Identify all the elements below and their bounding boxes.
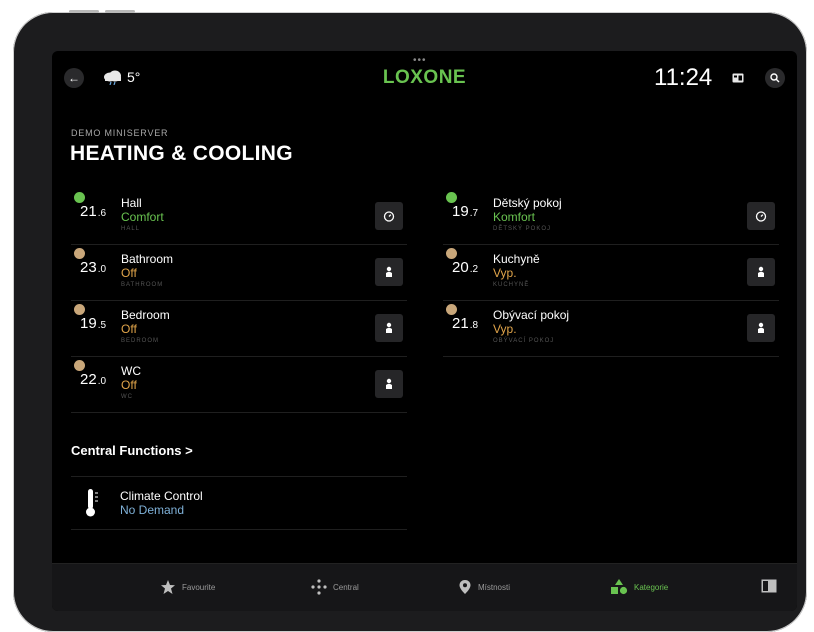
room-sublabel: OBÝVACÍ POKOJ [493, 338, 555, 344]
sidebar-toggle-icon [761, 579, 777, 593]
room-sublabel: BEDROOM [121, 338, 160, 344]
room-row-detsky-pokoj[interactable]: 19.7 Dětský pokoj Komfort DĚTSKÝ POKOJ [443, 189, 779, 245]
tab-favourite[interactable]: Favourite [160, 579, 215, 595]
off-status-icon [446, 248, 457, 259]
tab-label: Kategorie [634, 582, 669, 592]
room-temperature: 19.7 [452, 203, 479, 220]
tab-label: Místnosti [478, 582, 511, 592]
clock: 11:24 [654, 64, 713, 91]
room-temperature: 20.2 [452, 259, 479, 276]
room-temperature: 21.6 [80, 203, 107, 220]
off-status-icon [74, 360, 85, 371]
room-row-wc[interactable]: 22.0 WC Off WC [71, 357, 407, 413]
room-row-obyvaci-pokoj[interactable]: 21.8 Obývací pokoj Vyp. OBÝVACÍ POKOJ [443, 301, 779, 357]
room-row-bedroom[interactable]: 19.5 Bedroom Off BEDROOM [71, 301, 407, 357]
room-sublabel: BATHROOM [121, 282, 164, 288]
room-sublabel: DĚTSKÝ POKOJ [493, 226, 552, 232]
tab-label: Favourite [182, 582, 216, 592]
person-icon [758, 266, 764, 277]
room-row-hall[interactable]: 21.6 Hall Comfort HALL [71, 189, 407, 245]
presence-button[interactable] [747, 314, 775, 342]
person-icon [386, 266, 392, 277]
category-shapes-icon [611, 579, 628, 595]
room-state: Off [121, 266, 137, 280]
display-icon [732, 73, 744, 83]
volume-button-top-2 [105, 10, 135, 13]
app-screen: ••• ← 5° LOXONE 11:24 DEMO MINISERVER HE… [52, 51, 797, 611]
room-state: Comfort [121, 210, 164, 224]
off-status-icon [74, 248, 85, 259]
rooms-list-left: 21.6 Hall Comfort HALL 23.0 Bathroom Off… [71, 189, 407, 413]
tab-label: Central [333, 582, 359, 592]
multitask-dots: ••• [413, 55, 427, 66]
room-sublabel: HALL [121, 226, 141, 232]
room-name: Dětský pokoj [493, 196, 562, 210]
rooms-list-right: 19.7 Dětský pokoj Komfort DĚTSKÝ POKOJ 2… [443, 189, 779, 357]
room-state: Komfort [493, 210, 536, 224]
bottom-tab-bar: Favourite Central Místnosti Kategorie [52, 563, 797, 611]
presence-button[interactable] [375, 314, 403, 342]
sidebar-toggle-button[interactable] [761, 579, 777, 593]
room-temperature: 21.8 [452, 315, 479, 332]
tab-category[interactable]: Kategorie [610, 579, 668, 595]
climate-control-state: No Demand [120, 503, 185, 517]
presence-button[interactable] [375, 258, 403, 286]
page-title: HEATING & COOLING [70, 142, 293, 165]
room-row-bathroom[interactable]: 23.0 Bathroom Off BATHROOM [71, 245, 407, 301]
timer-button[interactable] [747, 202, 775, 230]
climate-control-row[interactable]: Climate Control No Demand [71, 476, 407, 530]
room-state: Vyp. [493, 322, 517, 336]
timer-icon [755, 211, 767, 222]
room-state: Vyp. [493, 266, 517, 280]
search-button[interactable] [765, 68, 785, 88]
room-state: Off [121, 378, 137, 392]
comfort-status-icon [74, 192, 85, 203]
timer-button[interactable] [375, 202, 403, 230]
room-sublabel: WC [121, 394, 133, 400]
off-status-icon [74, 304, 85, 315]
room-row-kuchyne[interactable]: 20.2 Kuchyně Vyp. KUCHYNĚ [443, 245, 779, 301]
location-pin-icon [459, 580, 471, 594]
room-temperature: 19.5 [80, 315, 107, 332]
tablet-frame: ••• ← 5° LOXONE 11:24 DEMO MINISERVER HE… [13, 10, 807, 632]
off-status-icon [446, 304, 457, 315]
volume-button-top [69, 10, 99, 13]
room-sublabel: KUCHYNĚ [493, 282, 530, 288]
room-name: Bedroom [121, 308, 170, 322]
thermometer-icon [86, 489, 98, 517]
star-icon [161, 580, 175, 594]
room-name: WC [121, 364, 141, 378]
tab-rooms[interactable]: Místnosti [458, 579, 510, 595]
room-name: Hall [121, 196, 142, 210]
room-temperature: 22.0 [80, 371, 107, 388]
room-name: Bathroom [121, 252, 174, 266]
central-functions-link[interactable]: Central Functions > [71, 443, 193, 458]
room-name: Obývací pokoj [493, 308, 570, 322]
search-icon [770, 73, 780, 83]
tablet-mode-button[interactable] [728, 68, 748, 88]
climate-control-name: Climate Control [120, 489, 203, 503]
room-state: Off [121, 322, 137, 336]
room-temperature: 23.0 [80, 259, 107, 276]
person-icon [758, 322, 764, 333]
person-icon [386, 378, 392, 389]
timer-icon [383, 211, 395, 222]
tab-central[interactable]: Central [311, 579, 359, 595]
presence-button[interactable] [747, 258, 775, 286]
room-name: Kuchyně [493, 252, 540, 266]
central-dots-icon [311, 579, 327, 595]
person-icon [386, 322, 392, 333]
comfort-status-icon [446, 192, 457, 203]
presence-button[interactable] [375, 370, 403, 398]
miniserver-label: DEMO MINISERVER [71, 128, 169, 138]
